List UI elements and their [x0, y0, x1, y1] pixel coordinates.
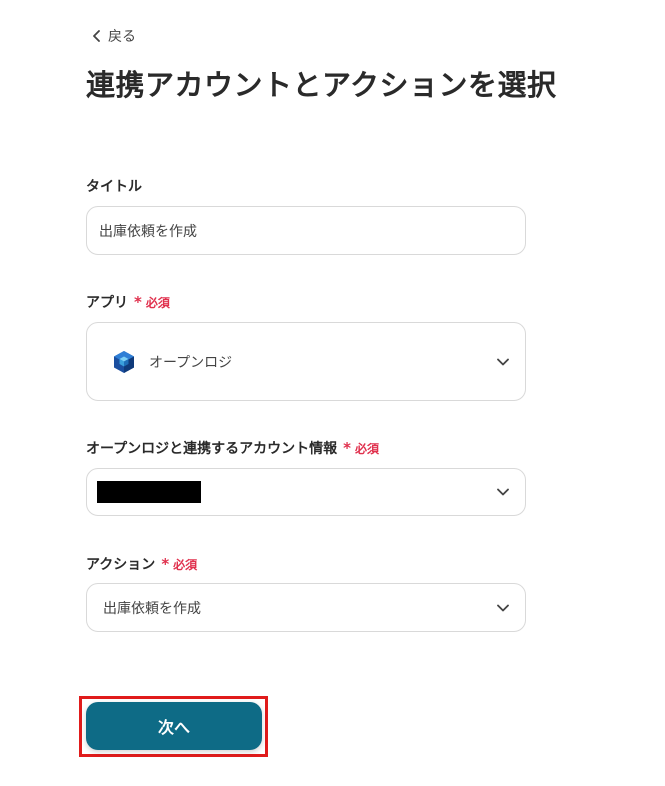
page: 戻る 連携アカウントとアクションを選択 タイトル 出庫依頼を作成 アプリ * 必…	[0, 0, 665, 786]
openlogi-cube-icon	[114, 350, 134, 373]
next-button[interactable]: 次へ	[86, 702, 262, 750]
action-label-text: アクション	[86, 557, 156, 573]
app-select[interactable]: オープンロジ	[86, 322, 526, 401]
action-select[interactable]: 出庫依頼を作成	[86, 583, 526, 632]
required-badge: 必須	[173, 557, 198, 572]
chevron-down-icon[interactable]	[497, 604, 509, 612]
back-label: 戻る	[108, 29, 136, 45]
required-asterisk: *	[134, 293, 142, 311]
title-field-label: タイトル	[86, 176, 142, 196]
redacted-account-value	[97, 481, 201, 503]
required-asterisk: *	[161, 555, 170, 573]
app-label-text: アプリ	[86, 295, 128, 311]
required-badge: 必須	[145, 295, 170, 310]
title-input-value[interactable]: 出庫依頼を作成	[99, 221, 197, 241]
required-asterisk: *	[343, 439, 352, 457]
page-title: 連携アカウントとアクションを選択	[86, 68, 557, 102]
chevron-down-icon[interactable]	[497, 488, 509, 496]
back-link[interactable]: 戻る	[92, 26, 136, 46]
account-field-label: オープンロジと連携するアカウント情報 * 必須	[86, 438, 379, 458]
chevron-left-icon	[93, 30, 100, 42]
app-field-label: アプリ * 必須	[86, 292, 170, 312]
chevron-down-icon[interactable]	[497, 358, 509, 366]
title-input[interactable]: 出庫依頼を作成	[86, 206, 526, 255]
action-select-value: 出庫依頼を作成	[103, 600, 201, 617]
app-select-value: オープンロジ	[149, 354, 233, 371]
action-field-label: アクション * 必須	[86, 554, 197, 574]
required-badge: 必須	[355, 441, 380, 456]
title-label-text: タイトル	[86, 179, 142, 195]
account-select[interactable]	[86, 468, 526, 516]
account-label-text: オープンロジと連携するアカウント情報	[86, 441, 338, 457]
